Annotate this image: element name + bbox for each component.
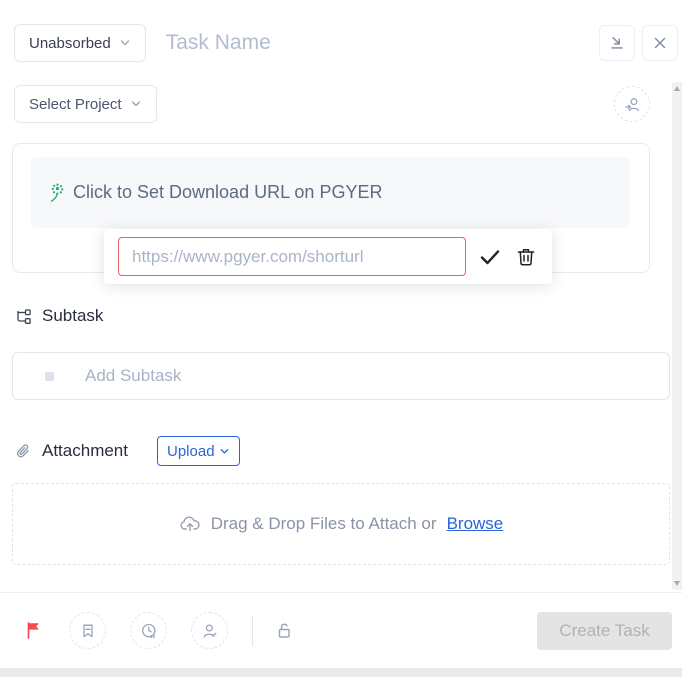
subtask-bullet-icon (45, 372, 54, 381)
check-icon (478, 245, 502, 269)
subtask-title: Subtask (42, 306, 103, 326)
url-popover (104, 229, 552, 284)
vertical-scrollbar[interactable] (672, 82, 682, 590)
browse-link[interactable]: Browse (447, 514, 504, 534)
status-dropdown-label: Unabsorbed (29, 35, 111, 52)
attachment-title: Attachment (42, 441, 128, 461)
privacy-lock-button[interactable] (274, 620, 295, 641)
subtask-icon (14, 307, 33, 326)
time-button[interactable] (130, 612, 167, 649)
scrollbar-down-arrow[interactable] (674, 581, 680, 586)
member-button[interactable] (191, 612, 228, 649)
download-url-input[interactable] (118, 237, 466, 276)
flag-icon (24, 620, 45, 641)
delete-url-button[interactable] (514, 245, 538, 269)
page-background-strip (0, 668, 682, 677)
upload-dropdown-button[interactable]: Upload (157, 436, 240, 466)
project-row: Select Project (12, 85, 670, 123)
dropzone-text: Drag & Drop Files to Attach or (211, 514, 437, 534)
select-project-dropdown[interactable]: Select Project (14, 85, 157, 123)
close-icon (651, 34, 669, 52)
assign-user-button[interactable] (614, 86, 650, 122)
time-icon (139, 621, 159, 641)
upload-label: Upload (167, 443, 215, 460)
member-icon (200, 621, 220, 641)
task-name-input[interactable] (166, 31, 591, 55)
status-dropdown[interactable]: Unabsorbed (14, 24, 146, 62)
trash-icon (514, 245, 538, 269)
chevron-down-icon (130, 98, 142, 110)
create-task-modal: Unabsorbed Select Project (0, 0, 682, 668)
close-button[interactable] (642, 25, 678, 61)
attachment-section-header: Attachment Upload (12, 436, 670, 466)
assign-user-icon (623, 95, 642, 114)
scrollbar-up-arrow[interactable] (674, 86, 680, 91)
add-subtask-box[interactable] (12, 352, 670, 400)
footer-divider (252, 616, 253, 646)
cloud-upload-icon (179, 513, 201, 535)
paperclip-icon (14, 442, 33, 461)
minimize-icon (608, 34, 626, 52)
subtask-section-header: Subtask (12, 306, 670, 326)
modal-body: Select Project (0, 85, 682, 565)
set-download-url-banner[interactable]: Click to Set Download URL on PGYER (31, 157, 630, 228)
modal-header: Unabsorbed (0, 0, 682, 64)
priority-flag-button[interactable] (24, 620, 45, 641)
header-actions (599, 25, 678, 61)
lock-icon (274, 620, 295, 641)
select-project-label: Select Project (29, 96, 122, 113)
bookmark-icon (78, 621, 98, 641)
chevron-down-icon (219, 446, 230, 457)
create-task-button[interactable]: Create Task (537, 612, 672, 650)
chevron-down-icon (119, 37, 131, 49)
confirm-url-button[interactable] (478, 245, 502, 269)
modal-footer: Create Task (0, 592, 682, 668)
minimize-button[interactable] (599, 25, 635, 61)
banner-text: Click to Set Download URL on PGYER (73, 182, 382, 203)
add-subtask-input[interactable] (85, 366, 669, 386)
download-url-card: Click to Set Download URL on PGYER (12, 143, 650, 273)
file-dropzone[interactable]: Drag & Drop Files to Attach or Browse (12, 483, 670, 565)
dandelion-icon (48, 182, 65, 203)
bookmark-button[interactable] (69, 612, 106, 649)
